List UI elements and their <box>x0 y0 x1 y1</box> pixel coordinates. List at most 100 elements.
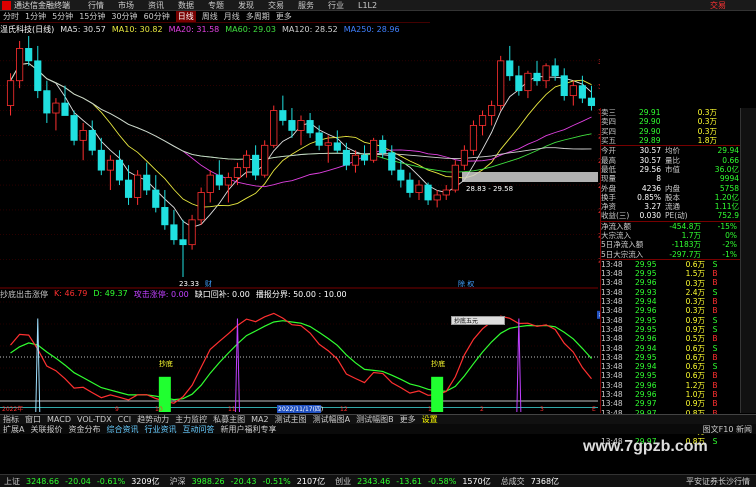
indicator-legend: 抄底出击涨停 K: 46.79 D: 49.37 攻击涨停: 0.00 缺口回补: 0.… <box>0 289 600 299</box>
index-name[interactable]: 沪深 <box>170 476 186 487</box>
menu-item-discover[interactable]: 发现 <box>238 0 254 11</box>
menu-item-industry[interactable]: 行业 <box>328 0 344 11</box>
extension-tab[interactable]: 关联报价 <box>30 424 62 435</box>
candle-body <box>451 164 459 191</box>
candle-body <box>569 85 577 97</box>
candle-body <box>16 48 24 82</box>
menu-item-trade[interactable]: 交易 <box>268 0 284 11</box>
candle-body <box>324 142 332 146</box>
period-0[interactable]: 分时 <box>3 11 19 22</box>
tick-price: 29.94 <box>635 297 657 307</box>
indicator-legend-item: K: 46.79 <box>54 289 88 298</box>
tick-direction: B <box>712 297 718 307</box>
price-tick: 31.00 <box>598 83 600 91</box>
candle-body <box>460 149 468 166</box>
index-name[interactable]: 总成交 <box>501 476 525 487</box>
range-box <box>462 172 598 182</box>
signal-spike <box>516 318 522 413</box>
period-4[interactable]: 30分钟 <box>111 11 137 22</box>
period-5[interactable]: 60分钟 <box>144 11 170 22</box>
candle-body <box>370 139 378 161</box>
candle-body <box>79 130 87 141</box>
order-price: 29.91 <box>639 108 661 118</box>
tick-time: 13:48 <box>601 297 623 307</box>
stat-value: 4236 <box>641 183 661 193</box>
tick-time: 13:48 <box>601 390 623 400</box>
tick-direction: B <box>712 390 718 400</box>
chart-area[interactable]: 28.83 - 29.5823.33财除 权 抄底抄底 32.0031.0030… <box>0 34 600 414</box>
candle-body <box>143 174 151 191</box>
period-2[interactable]: 5分钟 <box>52 11 73 22</box>
extension-tab[interactable]: 资金分布 <box>68 424 100 435</box>
candle-body <box>106 159 114 171</box>
period-8[interactable]: 月线 <box>224 11 240 22</box>
tick-time: 13:48 <box>601 371 623 381</box>
candle-body <box>261 144 269 176</box>
tick-price: 29.95 <box>635 315 657 325</box>
x-tick: E <box>592 406 596 413</box>
flow-pct: -1% <box>722 249 737 259</box>
menu-item-hq[interactable]: 行情 <box>88 0 104 11</box>
candle-body <box>506 60 514 77</box>
index-amount: 7368亿 <box>530 476 560 486</box>
menu-item-l1l2[interactable]: L1L2 <box>358 1 377 10</box>
tick-time: 13:48 <box>601 380 623 390</box>
extension-tab[interactable]: 互动问答 <box>182 424 214 435</box>
bottom-signal-label: 抄底 <box>159 359 173 368</box>
period-9[interactable]: 多周期 <box>246 11 270 22</box>
extension-tab[interactable]: 综合资讯 <box>106 424 138 435</box>
stat-value: 29.56 <box>639 164 661 174</box>
menu-item-data[interactable]: 数据 <box>178 0 194 11</box>
tick-price: 29.95 <box>635 269 657 279</box>
index-amount: 3209亿 <box>131 476 160 486</box>
candle-body <box>233 167 242 179</box>
ma-legend-item: MA60: 29.03 <box>225 24 276 34</box>
bottom-signal-label: 抄底 <box>431 359 445 368</box>
index-change: -20.43 <box>230 476 257 486</box>
side-scrollbar[interactable] <box>740 108 756 413</box>
annotations: 28.83 - 29.58 23.33 财 除 权 <box>179 172 598 288</box>
extension-tab[interactable]: 新用户福利专享 <box>220 424 276 435</box>
tick-direction: B <box>712 306 718 316</box>
extension-tab[interactable]: 行业资讯 <box>144 424 176 435</box>
menu-item-news[interactable]: 资讯 <box>148 0 164 11</box>
watermark-text: www.7gpzb.com <box>583 438 708 455</box>
period-10[interactable]: 更多 <box>276 11 292 22</box>
index-change: -20.04 <box>65 476 91 486</box>
period-7[interactable]: 周线 <box>202 11 218 22</box>
candle-body <box>533 72 541 82</box>
candles <box>6 36 596 277</box>
indicator-popup[interactable]: 抄底五元 <box>451 316 505 325</box>
extension-tab[interactable]: 扩展A <box>3 424 24 435</box>
menu-item-market[interactable]: 市场 <box>118 0 134 11</box>
index-name[interactable]: 创业 <box>335 476 351 487</box>
period-3[interactable]: 15分钟 <box>79 11 105 22</box>
candle-body <box>424 184 432 201</box>
index-name[interactable]: 上证 <box>4 476 20 487</box>
candle-body <box>578 85 586 99</box>
menu-trade-link[interactable]: 交易 <box>710 0 726 11</box>
period-6[interactable]: 日线 <box>175 11 196 22</box>
menu-item-topic[interactable]: 专题 <box>208 0 224 11</box>
tick-price: 29.96 <box>635 278 657 288</box>
tick-direction: B <box>712 278 718 288</box>
indicator-panel: 抄底 抄底 <box>0 301 598 413</box>
tick-time: 13:48 <box>601 259 623 269</box>
tick-direction: S <box>712 259 718 269</box>
tick-direction: B <box>712 269 718 279</box>
menu-item-service[interactable]: 服务 <box>298 0 314 11</box>
candle-body <box>469 125 478 151</box>
period-1[interactable]: 1分钟 <box>25 11 46 22</box>
index-value: 2343.46 <box>357 476 391 486</box>
tick-time: 13:48 <box>601 352 623 362</box>
f10-news-link[interactable]: 图文F10 新闻 <box>703 424 752 435</box>
candle-body <box>152 189 160 208</box>
index-value: 3988.26 <box>191 476 225 486</box>
candle-body <box>88 130 96 151</box>
candle-body <box>524 72 532 92</box>
flow-row: 5日大宗流入 -297.7万 -1% <box>601 249 756 259</box>
ma-legend-item: MA5: 30.57 <box>60 24 106 34</box>
stat-value: 29.94 <box>717 146 739 156</box>
app-logo-icon <box>2 0 11 10</box>
candle-body <box>215 174 223 186</box>
